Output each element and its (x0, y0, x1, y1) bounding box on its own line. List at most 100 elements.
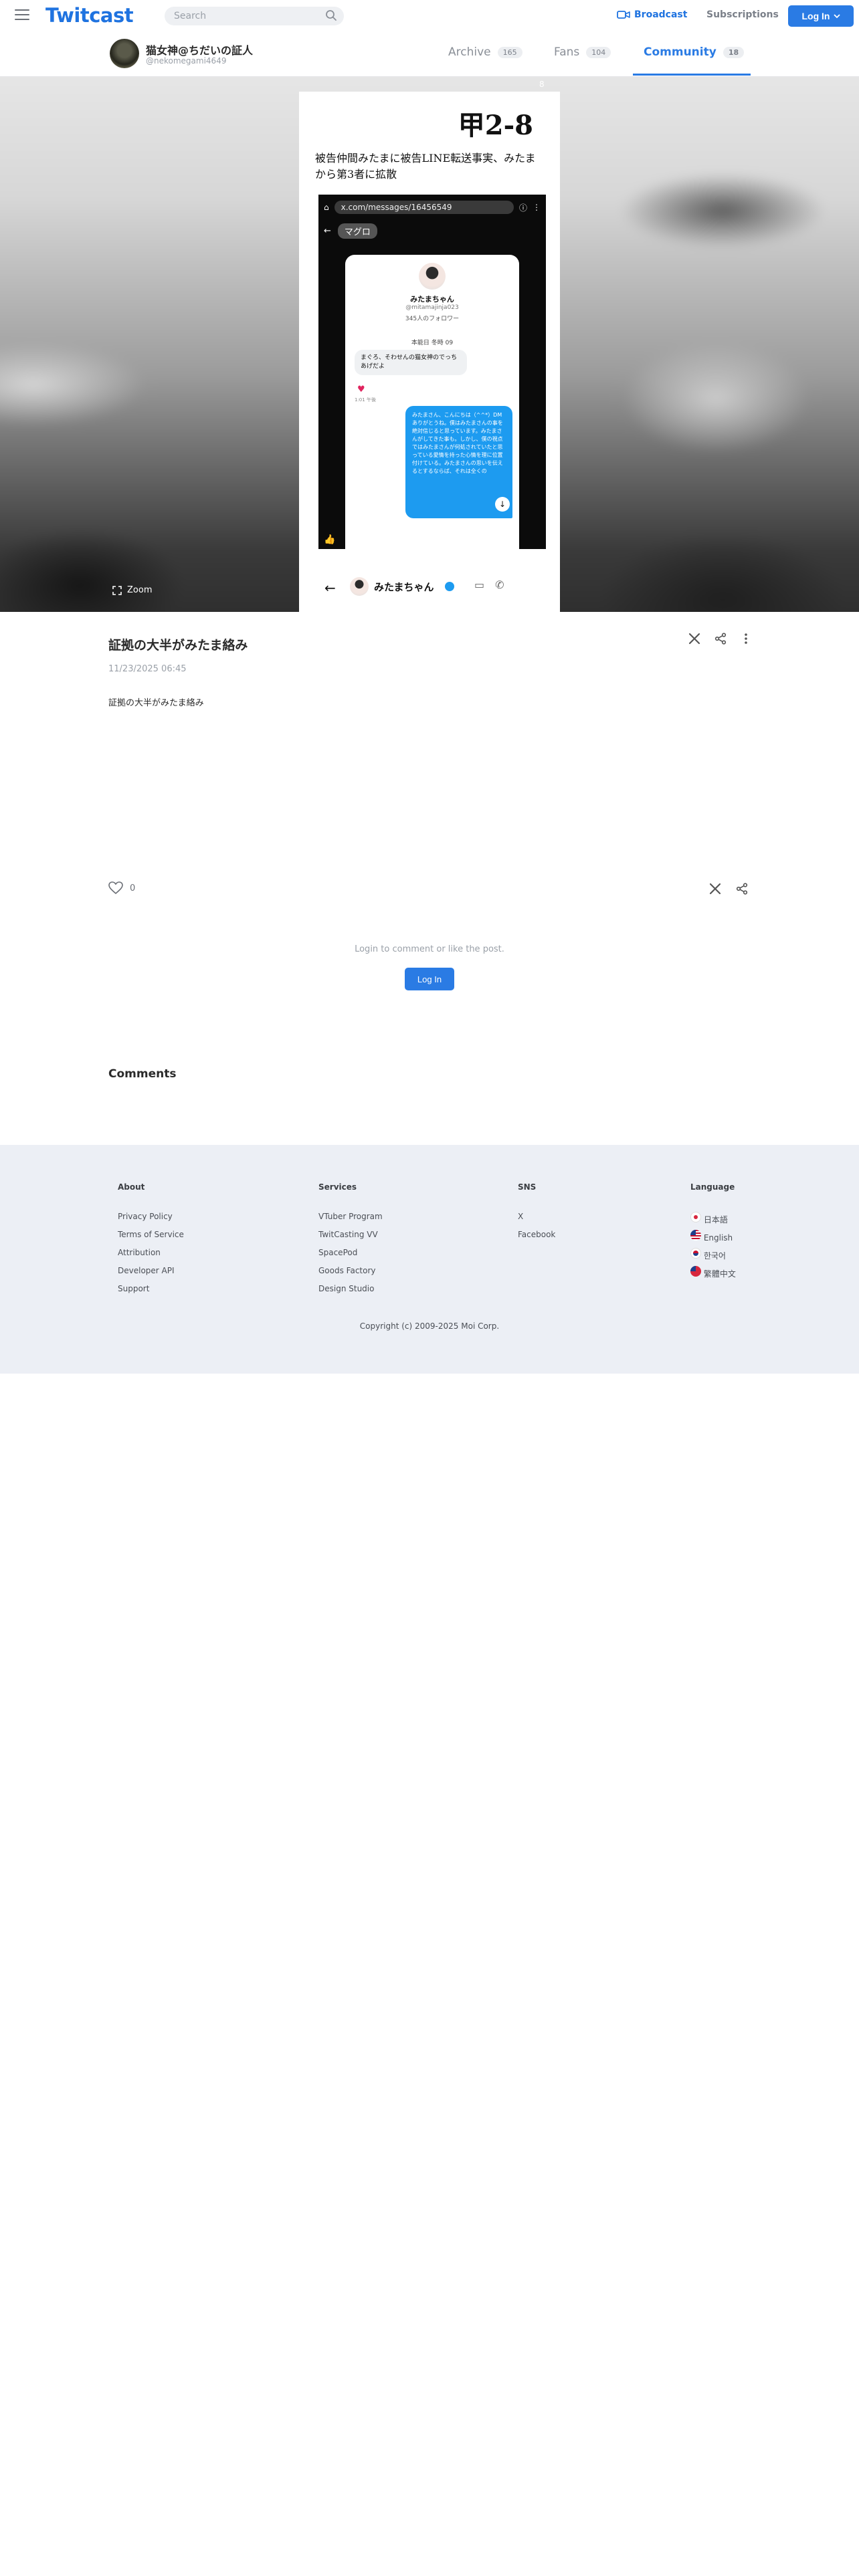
browser-url-bar: ⌂ x.com/messages/16456549 ⓘ ⋮ (324, 200, 541, 215)
heart-icon (108, 881, 123, 894)
active-tab-indicator (633, 74, 751, 76)
language-label: 日本語 (703, 1215, 728, 1224)
footer-column-title: Services (318, 1182, 357, 1192)
footer-link[interactable]: TwitCasting VV (318, 1230, 383, 1239)
footer-column-title: Language (690, 1182, 735, 1192)
language-option-ja[interactable]: 日本語 (690, 1212, 736, 1224)
language-option-ko[interactable]: 한국어 (690, 1248, 736, 1261)
footer-column-title: SNS (518, 1182, 537, 1192)
tab-archive[interactable]: Archive 165 (448, 45, 522, 59)
info-icon: ⓘ (518, 203, 527, 213)
tab-fans[interactable]: Fans 104 (554, 45, 611, 59)
login-prompt: Login to comment or like the post. (355, 944, 504, 954)
like-button[interactable]: 0 (108, 881, 135, 895)
footer-column-title: About (118, 1182, 145, 1192)
chat-card: みたまちゃん @mitamajinja023 345人のフォロワー 本能日 冬時… (345, 255, 519, 549)
footer-link[interactable]: Support (118, 1284, 184, 1293)
more-options-button[interactable] (739, 631, 753, 646)
footer-column-language: Language 日本語 English 한국어 繁體中文 (690, 1182, 736, 1284)
language-option-zh-tw[interactable]: 繁體中文 (690, 1266, 736, 1279)
dm-avatar (350, 577, 369, 596)
tab-community[interactable]: Community 18 (644, 45, 745, 59)
image-gallery[interactable]: 8 甲2-8 被告仲間みたまに被告LINE転送事実、みたまから第3者に拡散 ⌂ … (0, 77, 859, 612)
x-logo-icon (709, 883, 721, 895)
heart-icon: ♥ (357, 385, 365, 395)
document-heading: 被告仲間みたまに被告LINE転送事実、みたまから第3者に拡散 (315, 152, 536, 181)
post-title: 証拠の大半がみたま絡み (108, 638, 248, 653)
profile-name[interactable]: 猫女神@ちだいの証人 (146, 41, 253, 58)
zoom-button[interactable]: Zoom (112, 585, 152, 595)
share-x-button[interactable] (708, 881, 723, 896)
login-to-comment-button[interactable]: Log In (405, 968, 454, 990)
home-icon: ⌂ (324, 203, 329, 212)
footer-link[interactable]: VTuber Program (318, 1212, 383, 1221)
footer-link[interactable]: Terms of Service (118, 1230, 184, 1239)
chat-profile-name: みたまちゃん (410, 295, 454, 304)
broadcast-label: Broadcast (634, 9, 688, 20)
footer-link[interactable]: Design Studio (318, 1284, 383, 1293)
footer-column-about: About Privacy Policy Terms of Service At… (118, 1182, 184, 1302)
footer: About Privacy Policy Terms of Service At… (0, 1145, 859, 1374)
tab-label: Community (644, 45, 717, 59)
footer-link[interactable]: Facebook (518, 1230, 555, 1239)
dm-actions: ▭ ✆ (474, 578, 504, 591)
chat-date: 本能日 冬時 09 (411, 340, 454, 346)
search-input[interactable] (165, 7, 344, 25)
language-option-en[interactable]: English (690, 1230, 736, 1243)
chat-name: マグロ (337, 223, 377, 239)
login-button[interactable]: Log In (788, 5, 854, 27)
share-button[interactable] (713, 631, 728, 646)
share-icon (714, 633, 727, 645)
browser-url: x.com/messages/16456549 (334, 201, 514, 214)
chat-profile-handle: @mitamajinja023 (405, 304, 459, 311)
chat-message-received: まぐろ、そわせんの猫女神のでっちあげだよ (355, 350, 467, 375)
share-button[interactable] (735, 881, 749, 896)
menu-icon[interactable] (15, 9, 29, 21)
profile-bar: 猫女神@ちだいの証人 @nekomegami4649 Archive 165 F… (0, 32, 859, 77)
footer-link[interactable]: Attribution (118, 1248, 184, 1257)
phone-icon: ✆ (495, 578, 504, 591)
twitcast-logo[interactable]: Twitcast (45, 4, 134, 27)
us-flag-icon (690, 1230, 701, 1241)
chevron-down-icon (833, 13, 840, 18)
profile-handle: @nekomegami4649 (146, 56, 227, 66)
chat-header: ← マグロ (324, 223, 541, 239)
share-x-button[interactable] (687, 631, 702, 646)
footer-link[interactable]: Privacy Policy (118, 1212, 184, 1221)
tab-count: 18 (723, 46, 745, 58)
tab-label: Fans (554, 45, 580, 59)
tab-count: 104 (586, 46, 611, 58)
search-icon[interactable] (325, 9, 337, 21)
language-label: 한국어 (703, 1251, 726, 1261)
broadcast-button[interactable]: Broadcast (617, 9, 687, 20)
subscriptions-link[interactable]: Subscriptions (706, 9, 779, 20)
footer-link[interactable]: Goods Factory (318, 1266, 383, 1275)
like-count: 0 (130, 883, 136, 893)
post-image[interactable]: 甲2-8 被告仲間みたまに被告LINE転送事実、みたまから第3者に拡散 ⌂ x.… (299, 92, 560, 612)
japan-flag-icon (690, 1212, 701, 1222)
footer-link[interactable]: X (518, 1212, 555, 1221)
tab-count: 165 (497, 46, 522, 58)
footer-link[interactable]: Developer API (118, 1266, 184, 1275)
video-icon: ▭ (474, 578, 485, 591)
language-label: 繁體中文 (703, 1269, 736, 1279)
chat-followers: 345人のフォロワー (405, 316, 460, 322)
back-arrow-icon: ← (324, 225, 331, 236)
dm-header: ← みたまちゃん ▭ ✆ (299, 564, 560, 612)
footer-column-services: Services VTuber Program TwitCasting VV S… (318, 1182, 383, 1302)
document-code: 甲2-8 (458, 110, 533, 141)
dm-name: みたまちゃん (374, 581, 434, 593)
post-body: 証拠の大半がみたま絡み (108, 698, 204, 708)
top-bar: Twitcast Broadcast Subscriptions Log In (0, 0, 859, 33)
scroll-down-icon: ↓ (495, 497, 510, 512)
chat-time: 1:01 午後 (355, 397, 376, 403)
more-icon: ⋮ (533, 203, 541, 212)
zoom-label: Zoom (127, 585, 153, 595)
share-icon (736, 883, 748, 895)
verified-badge-icon (445, 582, 454, 591)
avatar[interactable] (110, 39, 139, 68)
post-date: 11/23/2025 06:45 (108, 664, 187, 674)
x-logo-icon (688, 633, 700, 645)
back-arrow-icon: ← (324, 580, 336, 596)
footer-link[interactable]: SpacePod (318, 1248, 383, 1257)
